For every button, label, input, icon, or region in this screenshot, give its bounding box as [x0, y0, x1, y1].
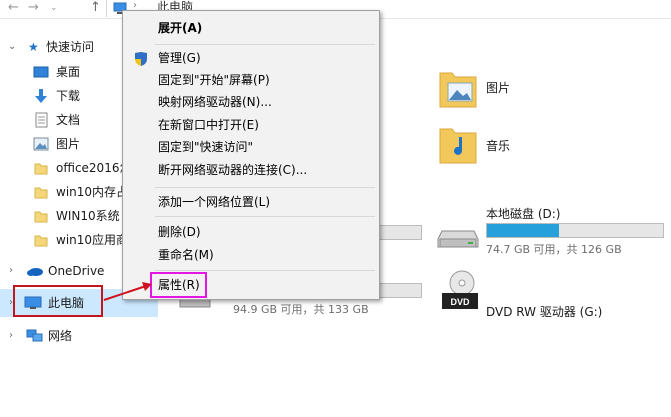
drive-name: 本地磁盘 (D:): [486, 207, 561, 221]
sidebar-item-label: OneDrive: [48, 264, 105, 278]
annotation-box-properties: [150, 272, 207, 298]
pictures-icon: [33, 137, 49, 151]
sidebar-item-label: win10内存占: [56, 185, 129, 199]
menu-separator: [155, 187, 375, 188]
folder-icon: [34, 163, 48, 175]
folder-icon: [34, 187, 48, 199]
folder-tile-label: 音乐: [486, 139, 511, 153]
sidebar-item-label: win10应用商: [56, 233, 129, 247]
hard-drive-icon: [437, 230, 479, 248]
folder-icon: [34, 211, 48, 223]
download-icon: [35, 89, 47, 103]
menu-item-rename[interactable]: 重命名(M): [158, 245, 214, 265]
menu-item-map-drive[interactable]: 映射网络驱动器(N)...: [158, 92, 272, 112]
chevron-down-icon[interactable]: ⌄: [50, 0, 58, 16]
drive-usage-bar: [376, 225, 422, 240]
context-menu: 展开(A) 管理(G) 固定到"开始"屏幕(P) 映射网络驱动器(N)... 在…: [122, 10, 380, 300]
drive-tile-d[interactable]: 本地磁盘 (D:) 74.7 GB 可用，共 126 GB: [436, 205, 666, 261]
star-icon: ★: [28, 40, 39, 54]
drive-name: DVD RW 驱动器 (G:): [486, 305, 603, 319]
dvd-drive-icon: DVD: [442, 270, 478, 309]
menu-item-manage[interactable]: 管理(G): [158, 48, 201, 68]
music-folder-icon: [439, 128, 477, 164]
sidebar-item-label: office2016怎: [56, 161, 132, 175]
menu-separator: [155, 44, 375, 45]
folder-tile-label: 图片: [486, 81, 511, 95]
chevron-right-icon[interactable]: ›: [9, 259, 13, 283]
menu-separator: [155, 270, 375, 271]
drive-free-space: 94.9 GB 可用，共 133 GB: [233, 303, 369, 316]
sidebar-item-label: 下载: [56, 89, 81, 103]
folder-tile-pictures[interactable]: 图片: [438, 67, 558, 111]
forward-arrow-icon[interactable]: →: [28, 0, 39, 16]
sidebar-item-label: 图片: [56, 137, 81, 151]
folder-icon: [34, 235, 48, 247]
up-arrow-icon[interactable]: ↑: [90, 0, 101, 16]
menu-item-disconnect[interactable]: 断开网络驱动器的连接(C)...: [158, 160, 307, 180]
folder-tile-music[interactable]: 音乐: [438, 123, 558, 167]
sidebar-item-label: 网络: [48, 329, 73, 343]
back-arrow-icon[interactable]: ←: [8, 0, 19, 16]
sidebar-item-label: 桌面: [56, 65, 81, 79]
menu-item-open-new-window[interactable]: 在新窗口中打开(E): [158, 115, 259, 135]
network-icon: [26, 329, 43, 342]
svg-text:DVD: DVD: [450, 297, 470, 307]
drive-usage-bar: [376, 283, 422, 298]
sidebar-item-network[interactable]: › 网络: [0, 324, 158, 348]
chevron-right-icon[interactable]: ›: [9, 324, 13, 348]
menu-item-pin-quick[interactable]: 固定到"快速访问": [158, 137, 253, 157]
drive-usage-fill: [487, 224, 560, 237]
sidebar-item-label: 文档: [56, 113, 81, 127]
menu-separator: [155, 216, 375, 217]
annotation-arrow-icon: [103, 282, 152, 301]
document-icon: [35, 112, 48, 128]
chevron-down-icon[interactable]: ⌄: [8, 35, 16, 59]
desktop-icon: [33, 66, 49, 78]
pictures-folder-icon: [439, 72, 477, 108]
annotation-box-this-pc: [13, 285, 103, 317]
drive-usage-bar: [486, 223, 664, 238]
drive-tile-g[interactable]: DVD DVD RW 驱动器 (G:): [436, 269, 666, 319]
menu-item-pin-start[interactable]: 固定到"开始"屏幕(P): [158, 70, 270, 90]
menu-item-add-network-location[interactable]: 添加一个网络位置(L): [158, 192, 270, 212]
cloud-icon: [27, 268, 43, 276]
sidebar-item-label: 快速访问: [46, 40, 95, 54]
shield-icon: [135, 52, 147, 66]
drive-free-space: 74.7 GB 可用，共 126 GB: [486, 243, 622, 256]
sidebar-item-label: WIN10系统: [56, 209, 120, 223]
menu-item-expand[interactable]: 展开(A): [158, 18, 202, 38]
menu-item-delete[interactable]: 删除(D): [158, 222, 201, 242]
